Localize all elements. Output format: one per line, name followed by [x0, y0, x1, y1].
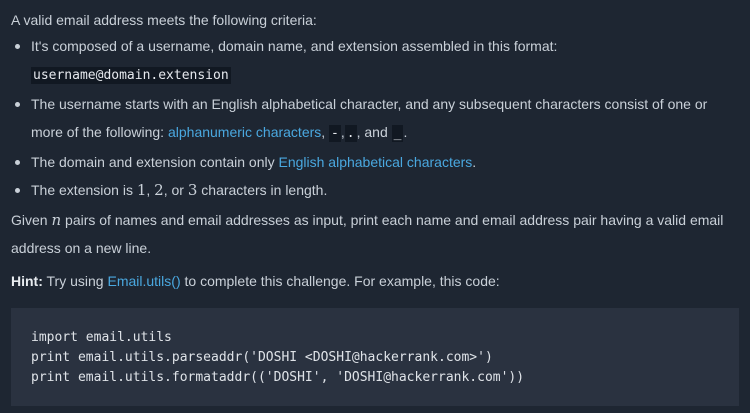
underscore-char-code: _	[391, 125, 404, 142]
criteria-item-extension: The extension is 1, 2, or 3 characters i…	[11, 176, 743, 204]
intro-text: A valid email address meets the followin…	[11, 12, 317, 28]
code-line: print email.utils.parseaddr('DOSHI <DOSH…	[31, 350, 493, 365]
math-one: 1	[136, 181, 147, 199]
code-line: print email.utils.formataddr(('DOSHI', '…	[31, 370, 525, 385]
separator: , and	[356, 124, 392, 140]
given-text-before: Given	[11, 212, 52, 228]
dash-char-code: -	[329, 125, 341, 142]
math-var-n: n	[51, 211, 62, 229]
hint-text-before: Try using	[42, 273, 108, 289]
criteria-item-domain: The domain and extension contain only En…	[11, 148, 743, 176]
separator: ,	[146, 182, 155, 198]
math-two: 2	[154, 181, 164, 199]
period: .	[403, 124, 408, 140]
hint-text-after: to complete this challenge. For example,…	[180, 273, 500, 289]
dot-char-code: .	[344, 125, 357, 142]
hint-label: Hint:	[11, 273, 43, 289]
criteria-item-username: The username starts with an English alph…	[11, 90, 743, 148]
criteria-item-format-text: It's composed of a username, domain name…	[31, 38, 558, 54]
criteria-item-format: It's composed of a username, domain name…	[11, 32, 743, 90]
separator: , or	[163, 182, 188, 198]
criteria-item-extension-tail: characters in length.	[197, 182, 328, 198]
format-code: username@domain.extension	[31, 67, 231, 84]
given-text-after: pairs of names and email addresses as in…	[11, 212, 724, 256]
math-three: 3	[187, 181, 198, 199]
alphanumeric-link[interactable]: alphanumeric characters	[168, 124, 321, 140]
criteria-item-extension-text: The extension is	[31, 182, 137, 198]
email-utils-link[interactable]: Email.utils()	[107, 273, 180, 289]
criteria-item-domain-text: The domain and extension contain only	[31, 154, 279, 170]
code-line: import email.utils	[31, 330, 172, 345]
criteria-list: It's composed of a username, domain name…	[11, 32, 743, 204]
given-text: Given n pairs of names and email address…	[11, 206, 743, 262]
separator: ,	[321, 124, 330, 140]
period: .	[472, 154, 477, 170]
hint-text: Hint: Try using Email.utils() to complet…	[11, 267, 743, 295]
english-alphabetical-link[interactable]: English alphabetical characters	[279, 154, 473, 170]
code-block: import email.utils print email.utils.par…	[11, 308, 739, 406]
problem-statement: A valid email address meets the followin…	[11, 8, 743, 295]
